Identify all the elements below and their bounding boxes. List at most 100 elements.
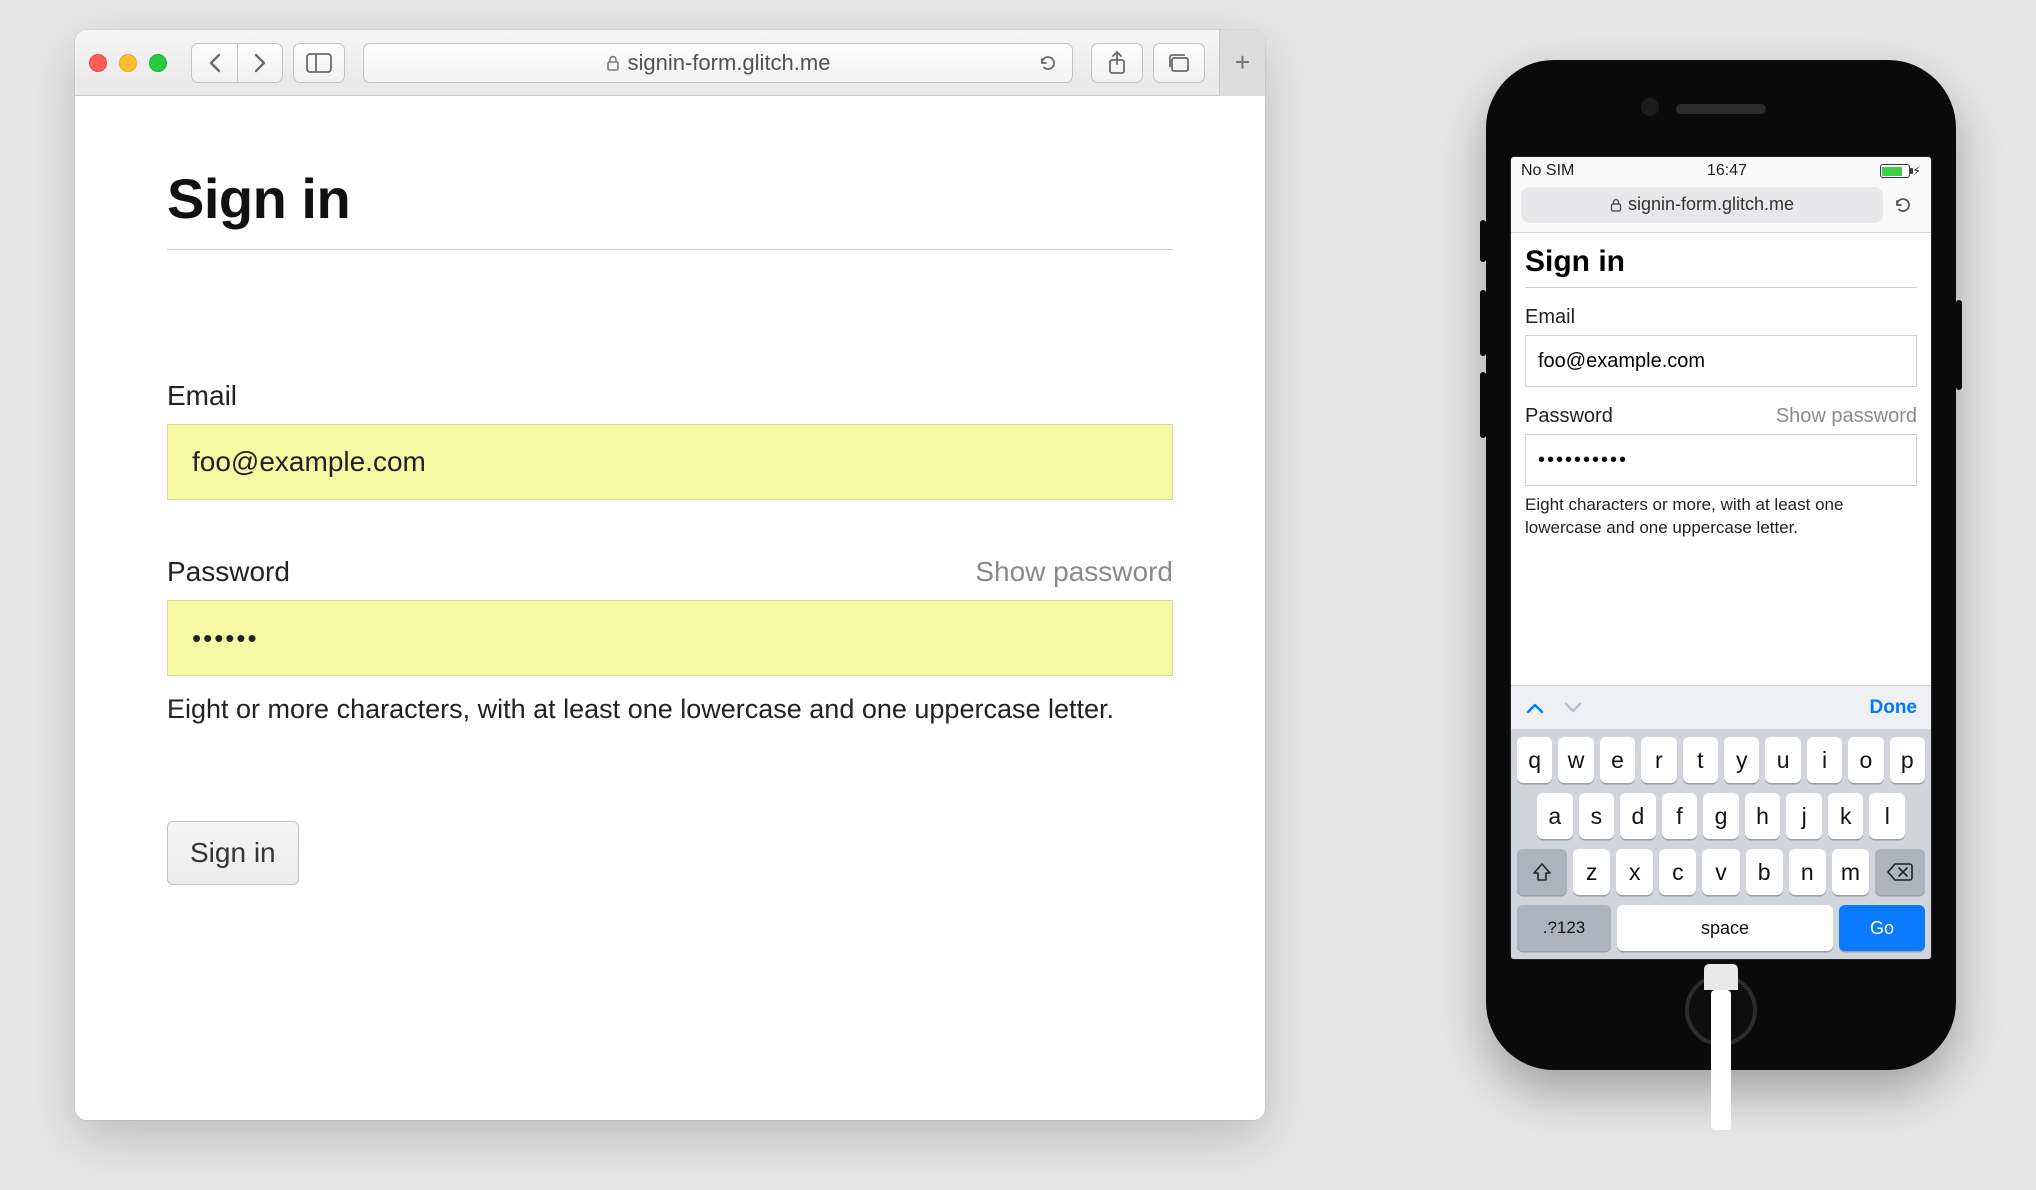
key-q[interactable]: q <box>1517 737 1552 783</box>
clock: 16:47 <box>1707 162 1747 180</box>
key-c[interactable]: c <box>1659 849 1696 895</box>
key-j[interactable]: j <box>1786 793 1822 839</box>
key-h[interactable]: h <box>1745 793 1781 839</box>
ios-page-content: Sign in Email Password Show password •••… <box>1511 233 1931 685</box>
key-w[interactable]: w <box>1558 737 1593 783</box>
email-field-group: Email <box>167 380 1173 500</box>
shift-key[interactable] <box>1517 849 1567 895</box>
sidebar-toggle-button[interactable] <box>293 43 345 83</box>
volume-down-button <box>1480 372 1486 438</box>
forward-button[interactable] <box>237 43 283 83</box>
form-nav-arrows <box>1525 701 1583 715</box>
key-l[interactable]: l <box>1869 793 1905 839</box>
key-n[interactable]: n <box>1789 849 1826 895</box>
share-icon <box>1107 51 1127 75</box>
signin-button[interactable]: Sign in <box>167 821 299 885</box>
lock-icon <box>606 55 620 71</box>
share-button[interactable] <box>1091 43 1143 83</box>
power-button <box>1956 300 1962 390</box>
volume-up-button <box>1480 290 1486 356</box>
keyboard-row-2: asdfghjkl <box>1517 793 1925 839</box>
password-input[interactable]: •••••• <box>167 600 1173 676</box>
address-bar[interactable]: signin-form.glitch.me <box>363 43 1073 83</box>
ios-email-label: Email <box>1525 306 1575 329</box>
keyboard-row-1: qwertyuiop <box>1517 737 1925 783</box>
zoom-window-button[interactable] <box>149 54 167 72</box>
ios-page-title: Sign in <box>1525 245 1917 288</box>
shift-icon <box>1532 862 1552 882</box>
ios-password-hint: Eight characters or more, with at least … <box>1525 494 1917 540</box>
safari-window: signin-form.glitch.me + Sign in Email Pa… <box>75 30 1265 1120</box>
ios-toolbar: signin-form.glitch.me <box>1511 185 1931 233</box>
window-controls <box>89 54 167 72</box>
prev-field-button[interactable] <box>1525 701 1545 715</box>
reload-icon <box>1893 195 1913 215</box>
key-k[interactable]: k <box>1828 793 1864 839</box>
ios-password-label: Password <box>1525 405 1613 428</box>
reload-icon <box>1038 53 1058 73</box>
chevron-down-icon <box>1563 701 1583 715</box>
keyboard-done-button[interactable]: Done <box>1870 697 1918 719</box>
close-window-button[interactable] <box>89 54 107 72</box>
numbers-key[interactable]: .?123 <box>1517 905 1611 951</box>
key-z[interactable]: z <box>1573 849 1610 895</box>
tabs-icon <box>1167 53 1191 73</box>
page-content: Sign in Email Password Show password •••… <box>75 96 1265 1120</box>
key-b[interactable]: b <box>1746 849 1783 895</box>
carrier-label: No SIM <box>1521 162 1574 180</box>
ios-status-bar: No SIM 16:47 ⚡︎ <box>1511 157 1931 185</box>
chevron-left-icon <box>208 53 222 73</box>
password-field-group: Password Show password •••••• Eight or m… <box>167 556 1173 725</box>
keyboard-row-3: zxcvbnm <box>1517 849 1925 895</box>
key-t[interactable]: t <box>1683 737 1718 783</box>
url-host: signin-form.glitch.me <box>628 50 831 76</box>
ios-show-password-toggle[interactable]: Show password <box>1776 405 1917 428</box>
key-e[interactable]: e <box>1600 737 1635 783</box>
plus-icon: + <box>1235 47 1250 78</box>
key-y[interactable]: y <box>1724 737 1759 783</box>
backspace-icon <box>1887 863 1913 881</box>
key-r[interactable]: r <box>1641 737 1676 783</box>
back-button[interactable] <box>191 43 237 83</box>
chevron-right-icon <box>253 53 267 73</box>
key-g[interactable]: g <box>1703 793 1739 839</box>
key-a[interactable]: a <box>1537 793 1573 839</box>
key-i[interactable]: i <box>1807 737 1842 783</box>
battery-icon <box>1880 164 1910 178</box>
key-m[interactable]: m <box>1832 849 1869 895</box>
key-x[interactable]: x <box>1616 849 1653 895</box>
show-password-toggle[interactable]: Show password <box>975 556 1173 588</box>
key-f[interactable]: f <box>1662 793 1698 839</box>
ios-email-input[interactable] <box>1525 335 1917 387</box>
key-p[interactable]: p <box>1890 737 1925 783</box>
key-v[interactable]: v <box>1702 849 1739 895</box>
space-key[interactable]: space <box>1617 905 1833 951</box>
mute-switch <box>1480 220 1486 262</box>
lightning-cable <box>1711 990 1731 1130</box>
nav-buttons <box>191 43 283 83</box>
ios-address-bar[interactable]: signin-form.glitch.me <box>1521 187 1883 223</box>
key-d[interactable]: d <box>1620 793 1656 839</box>
safari-toolbar: signin-form.glitch.me + <box>75 30 1265 96</box>
keyboard-row-4: .?123 space Go <box>1517 905 1925 951</box>
minimize-window-button[interactable] <box>119 54 137 72</box>
ios-reload-button[interactable] <box>1893 195 1921 215</box>
ios-password-input[interactable]: •••••••••• <box>1525 434 1917 486</box>
tabs-button[interactable] <box>1153 43 1205 83</box>
email-input[interactable] <box>167 424 1173 500</box>
sidebar-icon <box>306 53 332 73</box>
next-field-button[interactable] <box>1563 701 1583 715</box>
go-key[interactable]: Go <box>1839 905 1925 951</box>
key-o[interactable]: o <box>1848 737 1883 783</box>
new-tab-button[interactable]: + <box>1219 30 1265 96</box>
ios-url-host: signin-form.glitch.me <box>1628 194 1794 215</box>
password-hint: Eight or more characters, with at least … <box>167 694 1173 725</box>
reload-button[interactable] <box>1038 53 1058 73</box>
backspace-key[interactable] <box>1875 849 1925 895</box>
key-u[interactable]: u <box>1765 737 1800 783</box>
key-s[interactable]: s <box>1579 793 1615 839</box>
iphone-screen: No SIM 16:47 ⚡︎ signin-form.glitch.me Si… <box>1510 156 1932 960</box>
page-title: Sign in <box>167 166 1173 250</box>
iphone-device: No SIM 16:47 ⚡︎ signin-form.glitch.me Si… <box>1486 60 1956 1070</box>
ios-password-field-group: Password Show password •••••••••• Eight … <box>1525 405 1917 540</box>
